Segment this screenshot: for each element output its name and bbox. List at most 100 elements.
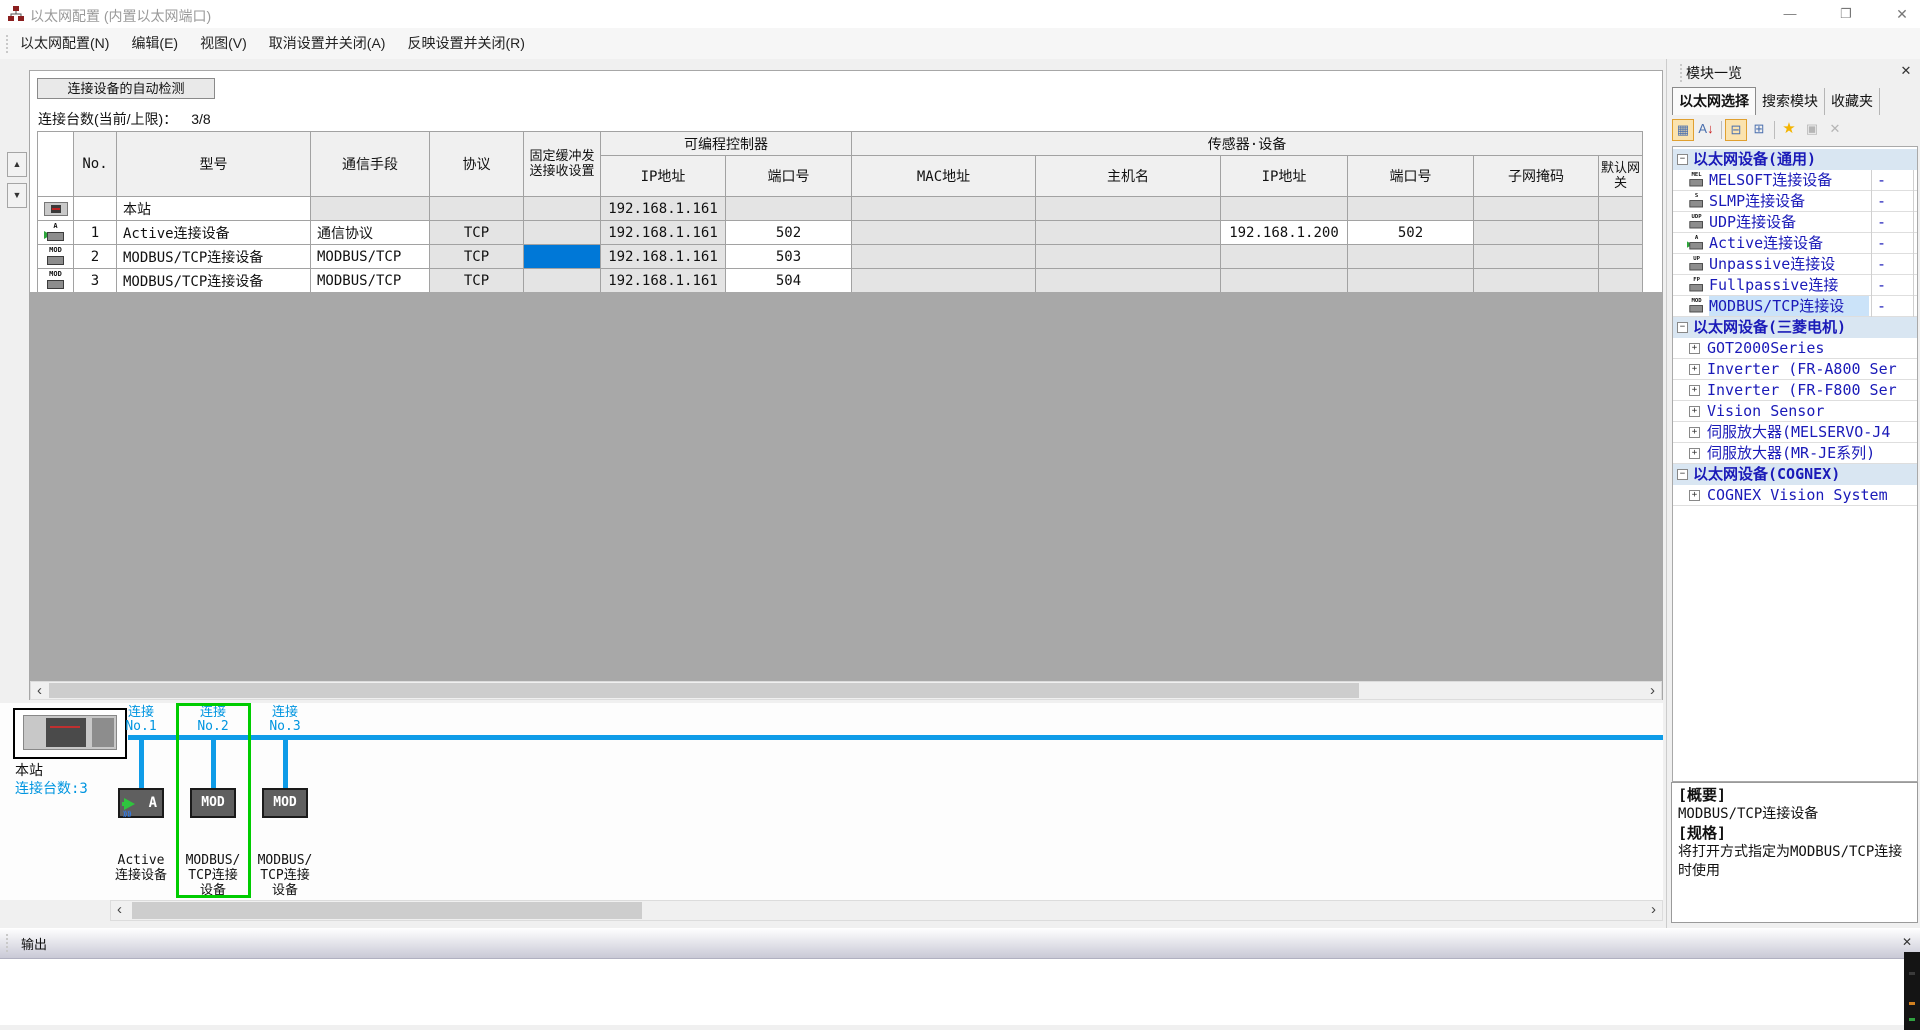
- cell-host[interactable]: [1036, 269, 1221, 293]
- cell-protocol[interactable]: TCP: [430, 245, 524, 269]
- cell-method[interactable]: MODBUS/TCP: [311, 245, 430, 269]
- cell-fixed-buffer[interactable]: [524, 197, 601, 221]
- module-item[interactable]: +伺服放大器(MELSERVO-J4: [1673, 422, 1917, 443]
- cell-protocol[interactable]: TCP: [430, 269, 524, 293]
- sort-az-icon[interactable]: A↓: [1695, 119, 1717, 141]
- module-item[interactable]: +Vision Sensor: [1673, 401, 1917, 422]
- cell-gateway[interactable]: [1599, 221, 1643, 245]
- cell-sensor-ip[interactable]: [1221, 245, 1348, 269]
- cell-subnet-mask[interactable]: [1474, 221, 1599, 245]
- cell-mac[interactable]: [852, 269, 1036, 293]
- cell-model[interactable]: MODBUS/TCP连接设备: [117, 269, 311, 293]
- module-group[interactable]: −以太网设备(三菱电机): [1673, 317, 1917, 338]
- module-list-close-icon[interactable]: ✕: [1896, 61, 1916, 81]
- modbus-device-icon[interactable]: MOD: [262, 788, 308, 818]
- local-station-image[interactable]: [13, 708, 127, 759]
- module-item[interactable]: MODMODBUS/TCP连接设-: [1673, 296, 1917, 317]
- menu-item-1[interactable]: 编辑(E): [120, 35, 189, 51]
- cell-method[interactable]: 通信协议: [311, 221, 430, 245]
- diagram-horizontal-scrollbar[interactable]: ‹ ›: [110, 900, 1663, 921]
- cell-no[interactable]: 3: [74, 269, 117, 293]
- module-image-view-icon[interactable]: ▦: [1672, 119, 1694, 141]
- cell-plc-port[interactable]: 502: [726, 221, 852, 245]
- module-item[interactable]: MELMELSOFT连接设备-: [1673, 170, 1917, 191]
- cell-mac[interactable]: [852, 197, 1036, 221]
- cell-method[interactable]: [311, 197, 430, 221]
- collapse-icon[interactable]: −: [1677, 154, 1688, 165]
- cell-plc-ip[interactable]: 192.168.1.161: [601, 269, 726, 293]
- minimize-button[interactable]: —: [1768, 2, 1812, 26]
- move-down-button[interactable]: ▼: [7, 183, 27, 208]
- scroll-right-arrow-icon[interactable]: ›: [1645, 901, 1662, 918]
- module-group[interactable]: −以太网设备(COGNEX): [1673, 464, 1917, 485]
- scrollbar-thumb[interactable]: [49, 683, 1359, 698]
- cell-no[interactable]: [74, 197, 117, 221]
- tree-expand-icon[interactable]: ⊞: [1748, 119, 1770, 141]
- menu-item-2[interactable]: 视图(V): [189, 35, 258, 51]
- module-item[interactable]: +伺服放大器(MR-JE系列): [1673, 443, 1917, 464]
- active-device-icon[interactable]: A⟫⟫: [118, 788, 164, 818]
- cell-plc-ip[interactable]: 192.168.1.161: [601, 221, 726, 245]
- cell-protocol[interactable]: TCP: [430, 221, 524, 245]
- cell-subnet-mask[interactable]: [1474, 269, 1599, 293]
- cell-mac[interactable]: [852, 245, 1036, 269]
- module-item[interactable]: UPUnpassive连接设-: [1673, 254, 1917, 275]
- cell-gateway[interactable]: [1599, 269, 1643, 293]
- output-close-icon[interactable]: ✕: [1898, 933, 1916, 951]
- favorite-star-icon[interactable]: ★: [1778, 119, 1800, 141]
- module-item[interactable]: +Inverter (FR-A800 Ser: [1673, 359, 1917, 380]
- cell-gateway[interactable]: [1599, 197, 1643, 221]
- cell-mac[interactable]: [852, 221, 1036, 245]
- cell-host[interactable]: [1036, 221, 1221, 245]
- cell-model[interactable]: Active连接设备: [117, 221, 311, 245]
- cell-model[interactable]: 本站: [117, 197, 311, 221]
- expand-icon[interactable]: +: [1689, 448, 1700, 459]
- module-item[interactable]: UDPUDP连接设备-: [1673, 212, 1917, 233]
- cell-sensor-ip[interactable]: [1221, 269, 1348, 293]
- cell-model[interactable]: MODBUS/TCP连接设备: [117, 245, 311, 269]
- restore-button[interactable]: ❐: [1824, 2, 1868, 26]
- add-favorite-icon[interactable]: ▣: [1801, 119, 1823, 141]
- collapse-icon[interactable]: −: [1677, 322, 1688, 333]
- collapse-icon[interactable]: −: [1677, 469, 1688, 480]
- close-button[interactable]: ✕: [1880, 2, 1920, 26]
- expand-icon[interactable]: +: [1689, 406, 1700, 417]
- cell-sensor-port[interactable]: [1348, 245, 1474, 269]
- scroll-left-arrow-icon[interactable]: ‹: [31, 682, 48, 699]
- module-item[interactable]: +Inverter (FR-F800 Ser: [1673, 380, 1917, 401]
- cell-plc-ip[interactable]: 192.168.1.161: [601, 197, 726, 221]
- expand-icon[interactable]: +: [1689, 364, 1700, 375]
- cell-method[interactable]: MODBUS/TCP: [311, 269, 430, 293]
- module-item[interactable]: +GOT2000Series: [1673, 338, 1917, 359]
- menu-item-3[interactable]: 取消设置并关闭(A): [258, 35, 397, 51]
- module-item[interactable]: SSLMP连接设备-: [1673, 191, 1917, 212]
- cell-subnet-mask[interactable]: [1474, 197, 1599, 221]
- tab-搜索模块[interactable]: 搜索模块: [1756, 88, 1825, 115]
- cell-no[interactable]: 2: [74, 245, 117, 269]
- cell-fixed-buffer[interactable]: [524, 269, 601, 293]
- remove-favorite-icon[interactable]: ✕: [1824, 119, 1846, 141]
- expand-icon[interactable]: +: [1689, 385, 1700, 396]
- table-horizontal-scrollbar[interactable]: ‹ ›: [30, 681, 1662, 700]
- menu-item-4[interactable]: 反映设置并关闭(R): [396, 35, 535, 51]
- menu-item-0[interactable]: 以太网配置(N): [9, 35, 120, 51]
- cell-host[interactable]: [1036, 197, 1221, 221]
- tab-以太网选择[interactable]: 以太网选择: [1672, 87, 1756, 115]
- module-item[interactable]: FPFullpassive连接-: [1673, 275, 1917, 296]
- cell-sensor-ip[interactable]: [1221, 197, 1348, 221]
- module-group[interactable]: −以太网设备(通用): [1673, 149, 1917, 170]
- cell-sensor-port[interactable]: 502: [1348, 221, 1474, 245]
- cell-gateway[interactable]: [1599, 245, 1643, 269]
- auto-detect-button[interactable]: 连接设备的自动检测: [37, 78, 215, 99]
- expand-icon[interactable]: +: [1689, 343, 1700, 354]
- cell-sensor-ip[interactable]: 192.168.1.200: [1221, 221, 1348, 245]
- cell-plc-ip[interactable]: 192.168.1.161: [601, 245, 726, 269]
- cell-host[interactable]: [1036, 245, 1221, 269]
- cell-plc-port[interactable]: [726, 197, 852, 221]
- tree-collapse-icon[interactable]: ⊟: [1725, 119, 1747, 141]
- cell-no[interactable]: 1: [74, 221, 117, 245]
- move-up-button[interactable]: ▲: [7, 152, 27, 177]
- module-item[interactable]: AActive连接设备-: [1673, 233, 1917, 254]
- cell-fixed-buffer[interactable]: [524, 245, 601, 269]
- module-item[interactable]: +COGNEX Vision System: [1673, 485, 1917, 506]
